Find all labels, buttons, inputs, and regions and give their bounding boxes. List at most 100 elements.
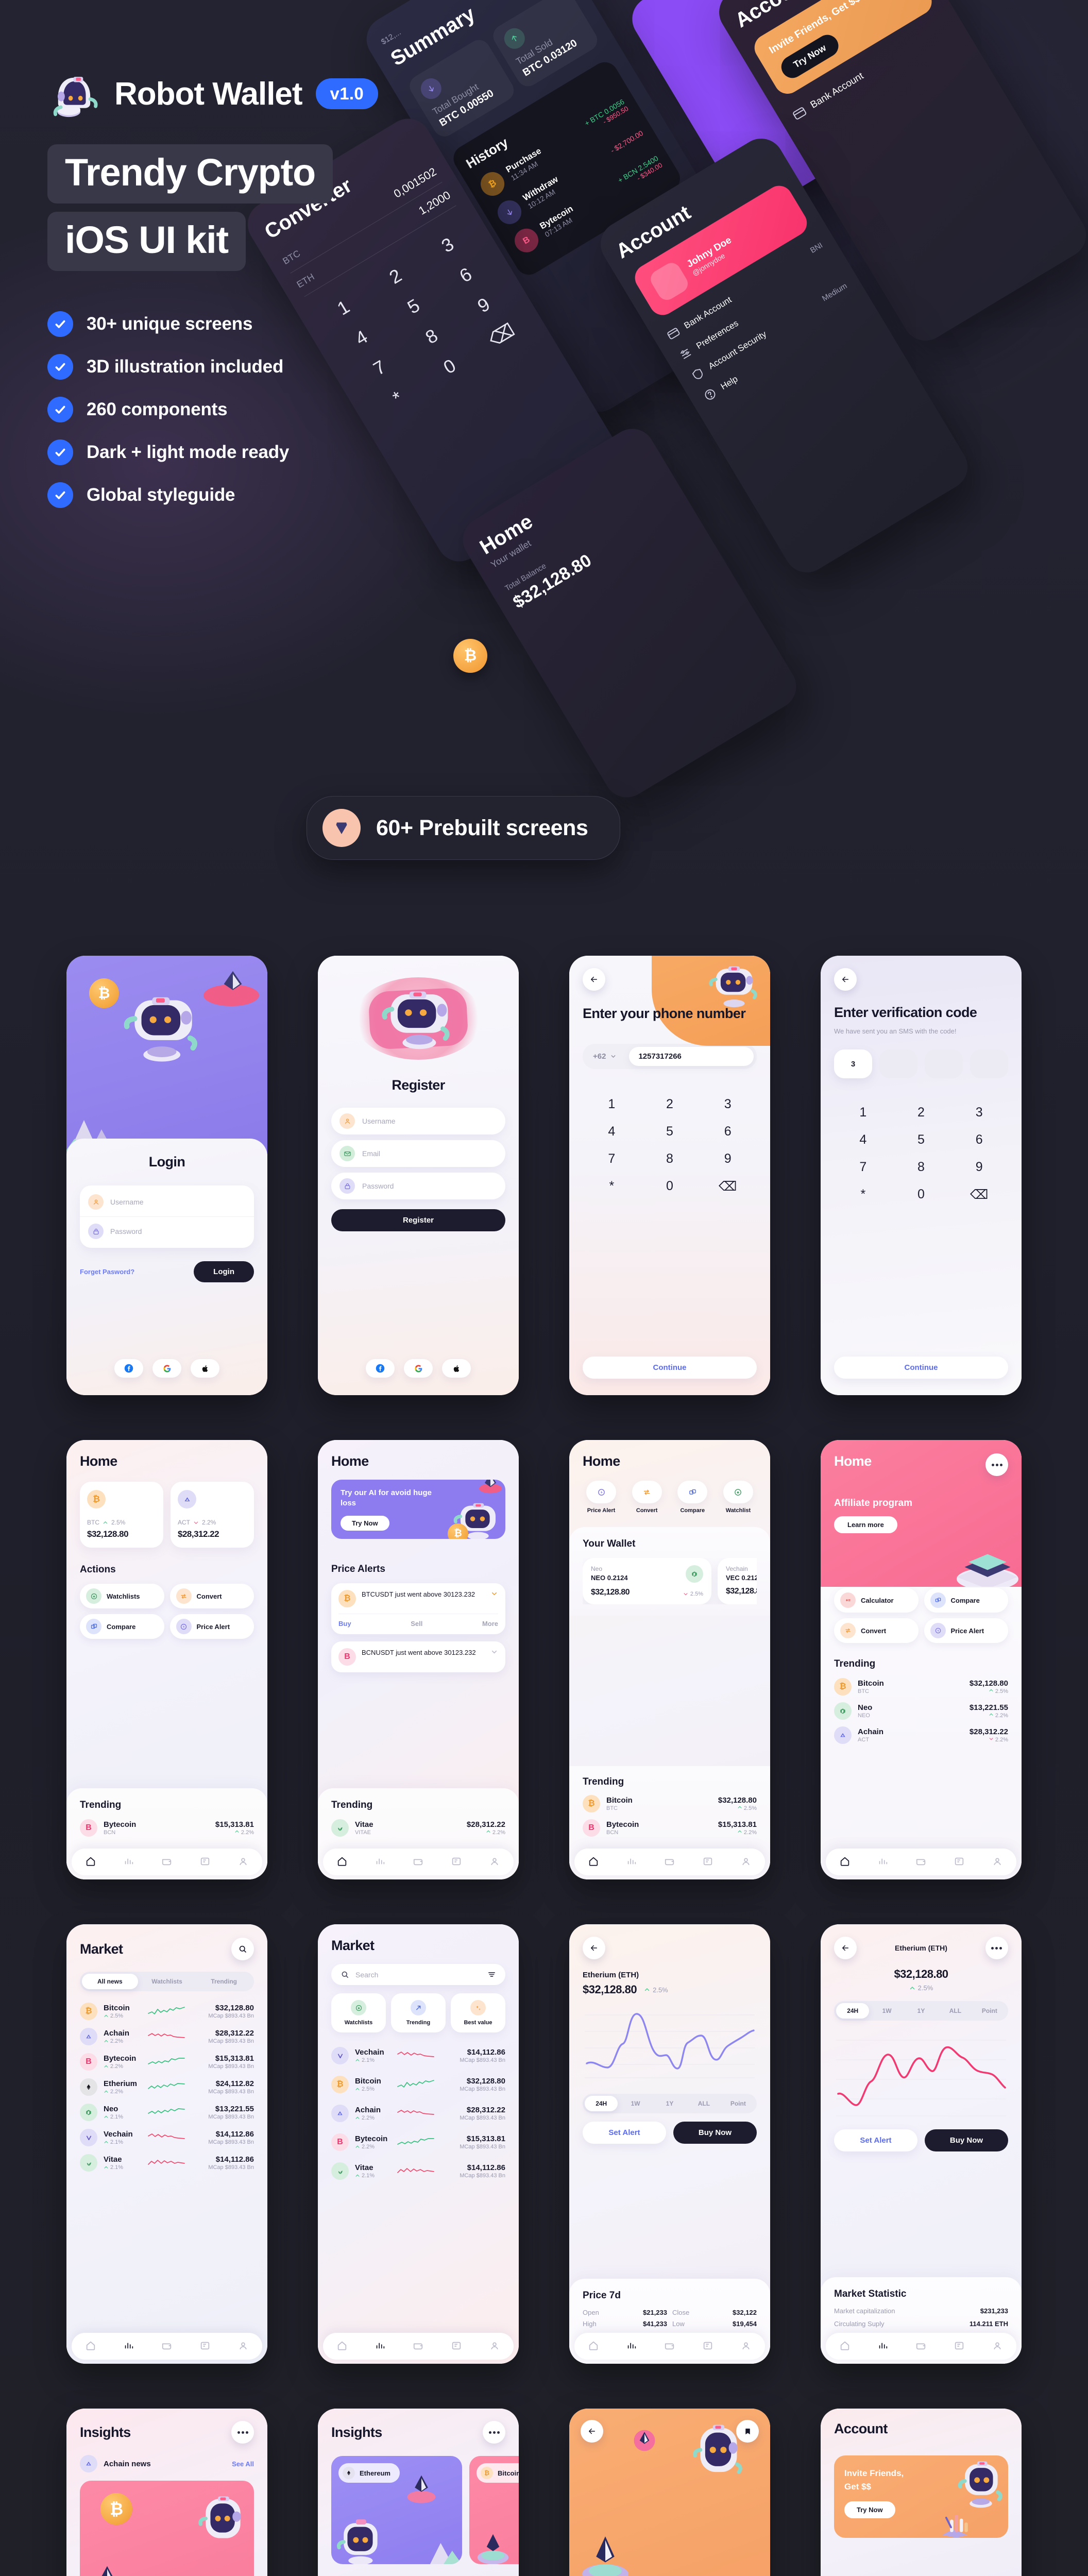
keypad-key-4[interactable]: 4 — [834, 1132, 892, 1147]
keypad-key-2[interactable]: 2 — [892, 1105, 950, 1120]
register-button[interactable]: Register — [331, 1209, 505, 1231]
action-convert[interactable]: Convert — [169, 1584, 254, 1608]
wallet-card[interactable]: Neo NEO 0.2124 $32,128.80 2.5% — [583, 1558, 711, 1604]
google-icon[interactable] — [404, 1359, 433, 1378]
keypad-key-1[interactable]: 1 — [583, 1097, 641, 1112]
quick-action-watchlist[interactable]: Watchlist — [720, 1481, 757, 1514]
back-button[interactable] — [581, 2420, 603, 2443]
tab-watchlists[interactable]: Watchlists — [139, 1974, 195, 1989]
keypad-key-star[interactable]: * — [834, 1187, 892, 1202]
tab-account[interactable] — [740, 2340, 752, 2353]
buy-now-button[interactable]: Buy Now — [673, 2122, 757, 2144]
banner-cta-button[interactable]: Try Now — [341, 1515, 389, 1531]
keypad-key-2[interactable]: 2 — [641, 1097, 699, 1112]
tab-wallet[interactable] — [413, 1856, 424, 1869]
facebook-icon[interactable] — [114, 1359, 143, 1378]
chevron-down-icon[interactable] — [490, 1648, 498, 1656]
username-input[interactable]: Username — [110, 1198, 144, 1206]
set-alert-button[interactable]: Set Alert — [583, 2122, 666, 2144]
email-input[interactable]: Email — [362, 1149, 380, 1158]
tab-market[interactable] — [123, 2340, 134, 2353]
quick-action-compare[interactable]: Compare — [674, 1481, 711, 1514]
insight-card[interactable]: ₿ Bitcoin — [469, 2456, 519, 2564]
username-input[interactable]: Username — [362, 1117, 396, 1125]
set-alert-button[interactable]: Set Alert — [834, 2129, 917, 2151]
tab-news[interactable] — [702, 2340, 713, 2353]
keypad-key-8[interactable]: 8 — [892, 1160, 950, 1175]
price-alert-card[interactable]: B BCNUSDT just went above 30123.232 — [331, 1641, 505, 1672]
keypad-key-star[interactable]: * — [583, 1179, 641, 1194]
trending-row[interactable]: ₿ Bitcoin BTC $32,128.80 2.5% — [834, 1678, 1008, 1696]
keypad-key-5[interactable]: 5 — [641, 1124, 699, 1139]
table-row[interactable]: B Bytecoin 2.2% $15,313.81 MCap $893.43 … — [331, 2133, 505, 2151]
tab-news[interactable] — [199, 2340, 211, 2353]
apple-icon[interactable] — [442, 1359, 471, 1378]
see-all-link[interactable]: See All — [232, 2460, 254, 2468]
keypad-key-9[interactable]: 9 — [950, 1160, 1008, 1175]
search-button[interactable] — [231, 1938, 254, 1960]
alert-sell-button[interactable]: Sell — [411, 1620, 422, 1628]
tab-news[interactable] — [702, 1856, 713, 1869]
search-input[interactable]: Search — [355, 1971, 481, 1979]
buy-now-button[interactable]: Buy Now — [925, 2129, 1008, 2151]
table-row[interactable]: Vechain 2.1% $14,112.86 MCap $893.43 Bn — [80, 2129, 254, 2146]
keypad-key-3[interactable]: 3 — [699, 1097, 757, 1112]
tab-news[interactable] — [954, 1856, 965, 1869]
action-price-alert[interactable]: Price Alert — [924, 1618, 1008, 1643]
tab-trending[interactable]: Trending — [196, 1974, 252, 1989]
keypad-key-5[interactable]: 5 — [892, 1132, 950, 1147]
action-compare[interactable]: Compare — [924, 1588, 1008, 1613]
chevron-down-icon[interactable] — [490, 1590, 498, 1598]
more-options-button[interactable] — [483, 2421, 505, 2444]
tab-all-news[interactable]: All news — [82, 1974, 138, 1989]
tab-account[interactable] — [992, 2340, 1003, 2353]
table-row[interactable]: Vechain 2.1% $14,112.86 MCap $893.43 Bn — [331, 2047, 505, 2064]
tab-wallet[interactable] — [161, 2340, 173, 2353]
tab-news[interactable] — [199, 1856, 211, 1869]
tab-market[interactable] — [375, 1856, 386, 1869]
alert-buy-button[interactable]: Buy — [338, 1620, 351, 1628]
table-row[interactable]: Vitae 2.1% $14,112.86 MCap $893.43 Bn — [80, 2154, 254, 2172]
action-watchlists[interactable]: Watchlists — [80, 1584, 164, 1608]
back-button[interactable] — [834, 1937, 857, 1959]
tab-account[interactable] — [992, 1856, 1003, 1869]
table-row[interactable]: Etherium 2.2% $24,112.82 MCap $893.43 Bn — [80, 2078, 254, 2096]
trending-row[interactable]: B Bytecoin BCN $15,313.81 2.2% — [80, 1819, 254, 1837]
action-convert[interactable]: Convert — [834, 1618, 919, 1643]
more-options-button[interactable] — [231, 2421, 254, 2444]
table-row[interactable]: Achain 2.2% $28,312.22 MCap $893.43 Bn — [331, 2105, 505, 2122]
action-calculator[interactable]: Calculator — [834, 1588, 919, 1613]
keypad-key-7[interactable]: 7 — [834, 1160, 892, 1175]
news-card-illustration[interactable]: ₿ — [80, 2481, 254, 2576]
tab-market[interactable] — [877, 1856, 889, 1869]
tab-home[interactable] — [85, 1856, 96, 1869]
invite-friends-card[interactable]: Invite Friends, Get $$ Try Now — [834, 2455, 1008, 2538]
keypad-key-7[interactable]: 7 — [583, 1151, 641, 1166]
tab-market[interactable] — [626, 2340, 637, 2353]
more-options-button[interactable] — [985, 1453, 1008, 1476]
country-code-select[interactable]: +62 — [586, 1052, 624, 1061]
table-row[interactable]: ₿ Bitcoin 2.5% $32,128.80 MCap $893.43 B… — [80, 2003, 254, 2020]
keypad-key-9[interactable]: 9 — [699, 1151, 757, 1166]
learn-more-button[interactable]: Learn more — [834, 1516, 897, 1533]
continue-button[interactable]: Continue — [834, 1357, 1008, 1379]
search-field[interactable]: Search — [331, 1964, 505, 1985]
tab-home[interactable] — [839, 1856, 851, 1869]
tab-wallet[interactable] — [664, 1856, 675, 1869]
table-row[interactable]: Neo 2.1% $13,221.55 MCap $893.43 Bn — [80, 2104, 254, 2121]
tab-news[interactable] — [451, 2340, 462, 2353]
code-digit-1[interactable]: 3 — [834, 1049, 872, 1079]
google-icon[interactable] — [152, 1359, 181, 1378]
range-1w[interactable]: 1W — [619, 2096, 652, 2111]
username-field[interactable]: Username — [331, 1108, 505, 1134]
password-input[interactable]: Password — [110, 1227, 142, 1235]
tab-market[interactable] — [375, 2340, 386, 2353]
password-field[interactable]: Password — [331, 1173, 505, 1199]
trending-row[interactable]: ₿ Bitcoin BTC $32,128.80 2.5% — [583, 1795, 757, 1812]
table-row[interactable]: Vitae 2.1% $14,112.86 MCap $893.43 Bn — [331, 2162, 505, 2180]
keypad-key-3[interactable]: 3 — [950, 1105, 1008, 1120]
quick-action-price-alert[interactable]: Price Alert — [583, 1481, 620, 1514]
code-digit-3[interactable] — [925, 1049, 963, 1079]
range-24h[interactable]: 24H — [585, 2096, 618, 2111]
range-point[interactable]: Point — [722, 2096, 755, 2111]
